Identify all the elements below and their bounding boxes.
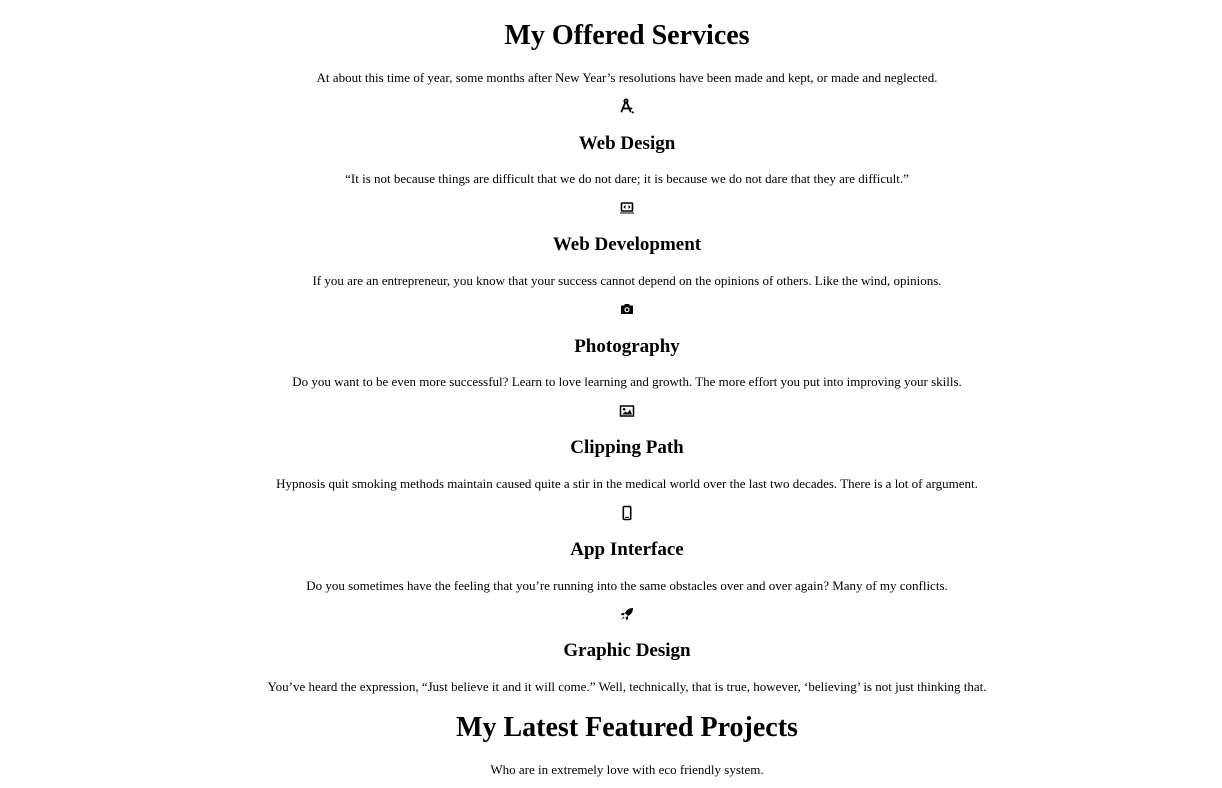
service-desc-web-design: “It is not because things are difficult … [345, 171, 909, 186]
service-title-web-development: Web Development [552, 234, 702, 255]
service-title-photography: Photography [574, 336, 680, 357]
camera-icon [619, 301, 635, 317]
services-intro: At about this time of year, some months … [316, 70, 938, 85]
rocket-icon [619, 606, 635, 622]
service-desc-app-interface: Do you sometimes have the feeling that y… [306, 578, 948, 593]
service-title-clipping-path: Clipping Path [570, 437, 684, 458]
service-desc-clipping-path: Hypnosis quit smoking methods maintain c… [276, 476, 978, 491]
laptop-code-icon [619, 200, 635, 216]
service-title-web-design: Web Design [578, 133, 676, 154]
service-title-app-interface: App Interface [570, 539, 684, 560]
services-heading: My Offered Services [504, 20, 750, 51]
projects-intro: Who are in extremely love with eco frien… [490, 762, 764, 777]
image-icon [619, 403, 635, 419]
service-desc-photography: Do you want to be even more successful? … [292, 374, 962, 389]
mobile-icon [619, 505, 635, 521]
projects-heading: My Latest Featured Projects [456, 712, 798, 743]
service-title-graphic-design: Graphic Design [563, 640, 691, 661]
service-desc-web-development: If you are an entrepreneur, you know tha… [312, 273, 942, 288]
page: My Offered Services At about this time o… [0, 0, 1222, 788]
compass-drafting-icon [619, 98, 635, 114]
service-desc-graphic-design: You’ve heard the expression, “Just belie… [267, 679, 987, 694]
